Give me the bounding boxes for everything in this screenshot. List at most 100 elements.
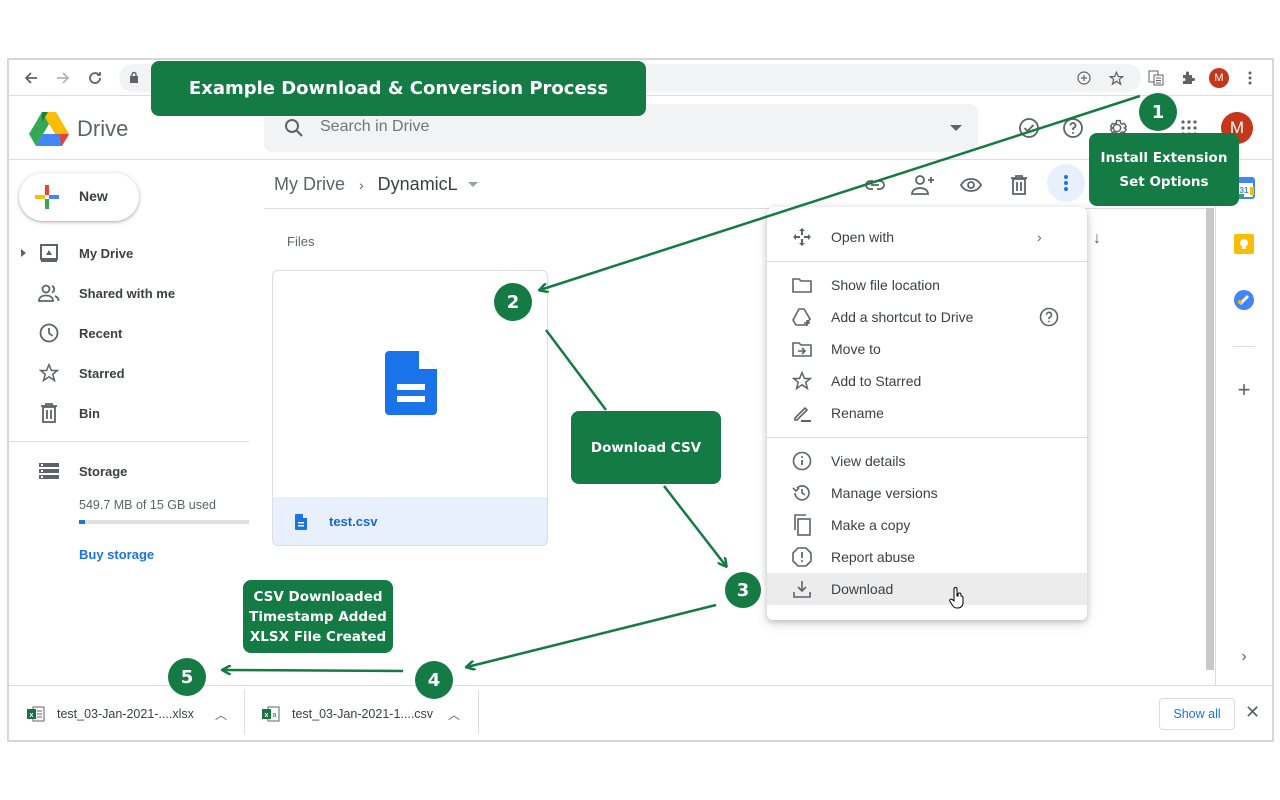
copy-icon xyxy=(791,514,813,536)
share-add-person-icon[interactable] xyxy=(910,172,936,198)
tasks-icon[interactable] xyxy=(1233,289,1255,311)
arrow-right-icon xyxy=(57,72,70,84)
hide-side-panel-chevron-icon[interactable]: › xyxy=(1233,646,1255,668)
delete-trash-icon[interactable] xyxy=(1006,172,1032,198)
sidebar-item-starred[interactable]: Starred xyxy=(9,357,249,389)
sidebar-item-my-drive[interactable]: My Drive xyxy=(9,237,249,269)
annotation-step4-box: CSV Downloaded Timestamp Added XLSX File… xyxy=(243,580,393,653)
document-icon xyxy=(385,351,437,415)
files-section-label: Files xyxy=(287,234,315,249)
menu-item-label: Manage versions xyxy=(831,485,938,501)
reload-button[interactable] xyxy=(83,66,107,90)
step-4-badge: 4 xyxy=(415,661,453,699)
back-button[interactable] xyxy=(19,66,43,90)
breadcrumb-my-drive[interactable]: My Drive xyxy=(274,174,345,195)
info-icon xyxy=(791,450,813,472)
reload-icon xyxy=(89,72,101,84)
trash-icon xyxy=(37,401,61,425)
browser-menu-icon[interactable] xyxy=(1239,67,1261,89)
offline-ready-icon[interactable] xyxy=(1017,116,1041,140)
lock-icon xyxy=(130,71,138,83)
vertical-scrollbar[interactable] xyxy=(1206,208,1214,670)
menu-item-add-to-starred[interactable]: Add to Starred xyxy=(767,365,1087,397)
get-link-icon[interactable] xyxy=(862,172,888,198)
menu-item-label: Add a shortcut to Drive xyxy=(831,309,974,325)
svg-text:a: a xyxy=(273,712,277,719)
expand-arrow-icon[interactable] xyxy=(21,249,26,257)
menu-item-make-a-copy[interactable]: Make a copy xyxy=(767,509,1087,541)
menu-item-report-abuse[interactable]: Report abuse xyxy=(767,541,1087,573)
breadcrumb: My Drive › DynamicL xyxy=(274,174,478,195)
sidebar-item-recent[interactable]: Recent xyxy=(9,317,249,349)
search-options-icon[interactable] xyxy=(950,125,962,131)
sidebar-item-label: Starred xyxy=(79,365,125,381)
extensions-puzzle-icon[interactable] xyxy=(1177,67,1199,89)
download-item-xlsx[interactable]: x test_03-Jan-2021-....xlsx ︿ xyxy=(9,686,243,740)
sidebar: New My Drive Shared with me Recent Starr… xyxy=(9,161,249,685)
menu-item-label: Make a copy xyxy=(831,517,911,533)
annotation-step1-line2: Set Options xyxy=(1119,173,1209,190)
menu-item-rename[interactable]: Rename xyxy=(767,397,1087,429)
menu-item-label: Move to xyxy=(831,341,881,357)
menu-item-download[interactable]: Download xyxy=(767,573,1087,609)
search-icon[interactable] xyxy=(282,116,306,140)
new-button-label: New xyxy=(79,188,108,204)
shared-icon xyxy=(37,281,61,305)
excel-file-icon: x xyxy=(27,706,45,722)
breadcrumb-separator: › xyxy=(359,176,364,193)
download-file-name: test_03-Jan-2021-1....csv xyxy=(292,707,434,721)
star-icon xyxy=(37,361,61,385)
side-panel-divider xyxy=(1233,346,1255,347)
get-addons-plus-icon[interactable]: + xyxy=(1233,377,1255,402)
add-shortcut-icon xyxy=(791,306,813,328)
breadcrumb-current-folder[interactable]: DynamicL xyxy=(378,174,458,195)
folder-dropdown-icon[interactable] xyxy=(467,182,478,187)
keep-icon[interactable] xyxy=(1233,233,1255,255)
menu-item-manage-versions[interactable]: Manage versions xyxy=(767,477,1087,509)
search-input[interactable] xyxy=(320,118,880,136)
new-button[interactable]: New xyxy=(19,173,139,221)
move-to-icon xyxy=(791,338,813,360)
download-options-chevron-icon[interactable]: ︿ xyxy=(448,706,460,723)
help-icon[interactable] xyxy=(1039,307,1059,327)
menu-item-show-file-location[interactable]: Show file location xyxy=(767,269,1087,301)
menu-item-add-shortcut[interactable]: Add a shortcut to Drive xyxy=(767,301,1087,333)
download-file-name: test_03-Jan-2021-....xlsx xyxy=(57,707,194,721)
annotation-step4-line3: XLSX File Created xyxy=(249,628,387,645)
report-icon xyxy=(791,546,813,568)
menu-item-view-details[interactable]: View details xyxy=(767,445,1087,477)
svg-text:x: x xyxy=(30,712,34,719)
zoom-in-icon[interactable] xyxy=(1075,69,1093,87)
downloads-bar: x test_03-Jan-2021-....xlsx ︿ a x test_0… xyxy=(9,685,1272,740)
download-options-chevron-icon[interactable]: ︿ xyxy=(215,706,227,723)
menu-separator xyxy=(767,437,1087,438)
show-all-downloads-button[interactable]: Show all xyxy=(1159,698,1235,730)
preview-eye-icon[interactable] xyxy=(958,172,984,198)
help-icon[interactable] xyxy=(1061,116,1085,140)
star-icon xyxy=(791,370,813,392)
forward-button[interactable] xyxy=(51,66,75,90)
folder-icon xyxy=(791,274,813,296)
bookmark-star-icon[interactable] xyxy=(1107,69,1125,87)
buy-storage-link[interactable]: Buy storage xyxy=(79,547,154,562)
menu-item-move-to[interactable]: Move to xyxy=(767,333,1087,365)
pencil-icon xyxy=(791,402,813,424)
menu-item-label: Report abuse xyxy=(831,549,916,565)
more-actions-button[interactable] xyxy=(1047,164,1085,202)
step-5-badge: 5 xyxy=(168,658,206,696)
menu-item-open-with[interactable]: Open with › xyxy=(767,221,1087,253)
storage-progress-bar xyxy=(79,520,249,524)
history-icon xyxy=(791,482,813,504)
excel-csv-file-icon: a x xyxy=(262,706,280,722)
sidebar-item-bin[interactable]: Bin xyxy=(9,397,249,429)
sidebar-item-shared-with-me[interactable]: Shared with me xyxy=(9,277,249,309)
download-icon xyxy=(791,578,813,600)
browser-profile-avatar[interactable]: M xyxy=(1209,68,1229,88)
menu-item-label: View details xyxy=(831,453,906,469)
sort-direction-icon[interactable]: ↓ xyxy=(1093,230,1101,248)
plus-icon xyxy=(35,185,59,209)
csv-converter-extension-icon[interactable] xyxy=(1145,67,1167,89)
close-downloads-bar-icon[interactable]: ✕ xyxy=(1245,702,1260,723)
drive-logo-icon[interactable] xyxy=(29,110,69,146)
sidebar-item-storage[interactable]: Storage xyxy=(9,455,249,487)
